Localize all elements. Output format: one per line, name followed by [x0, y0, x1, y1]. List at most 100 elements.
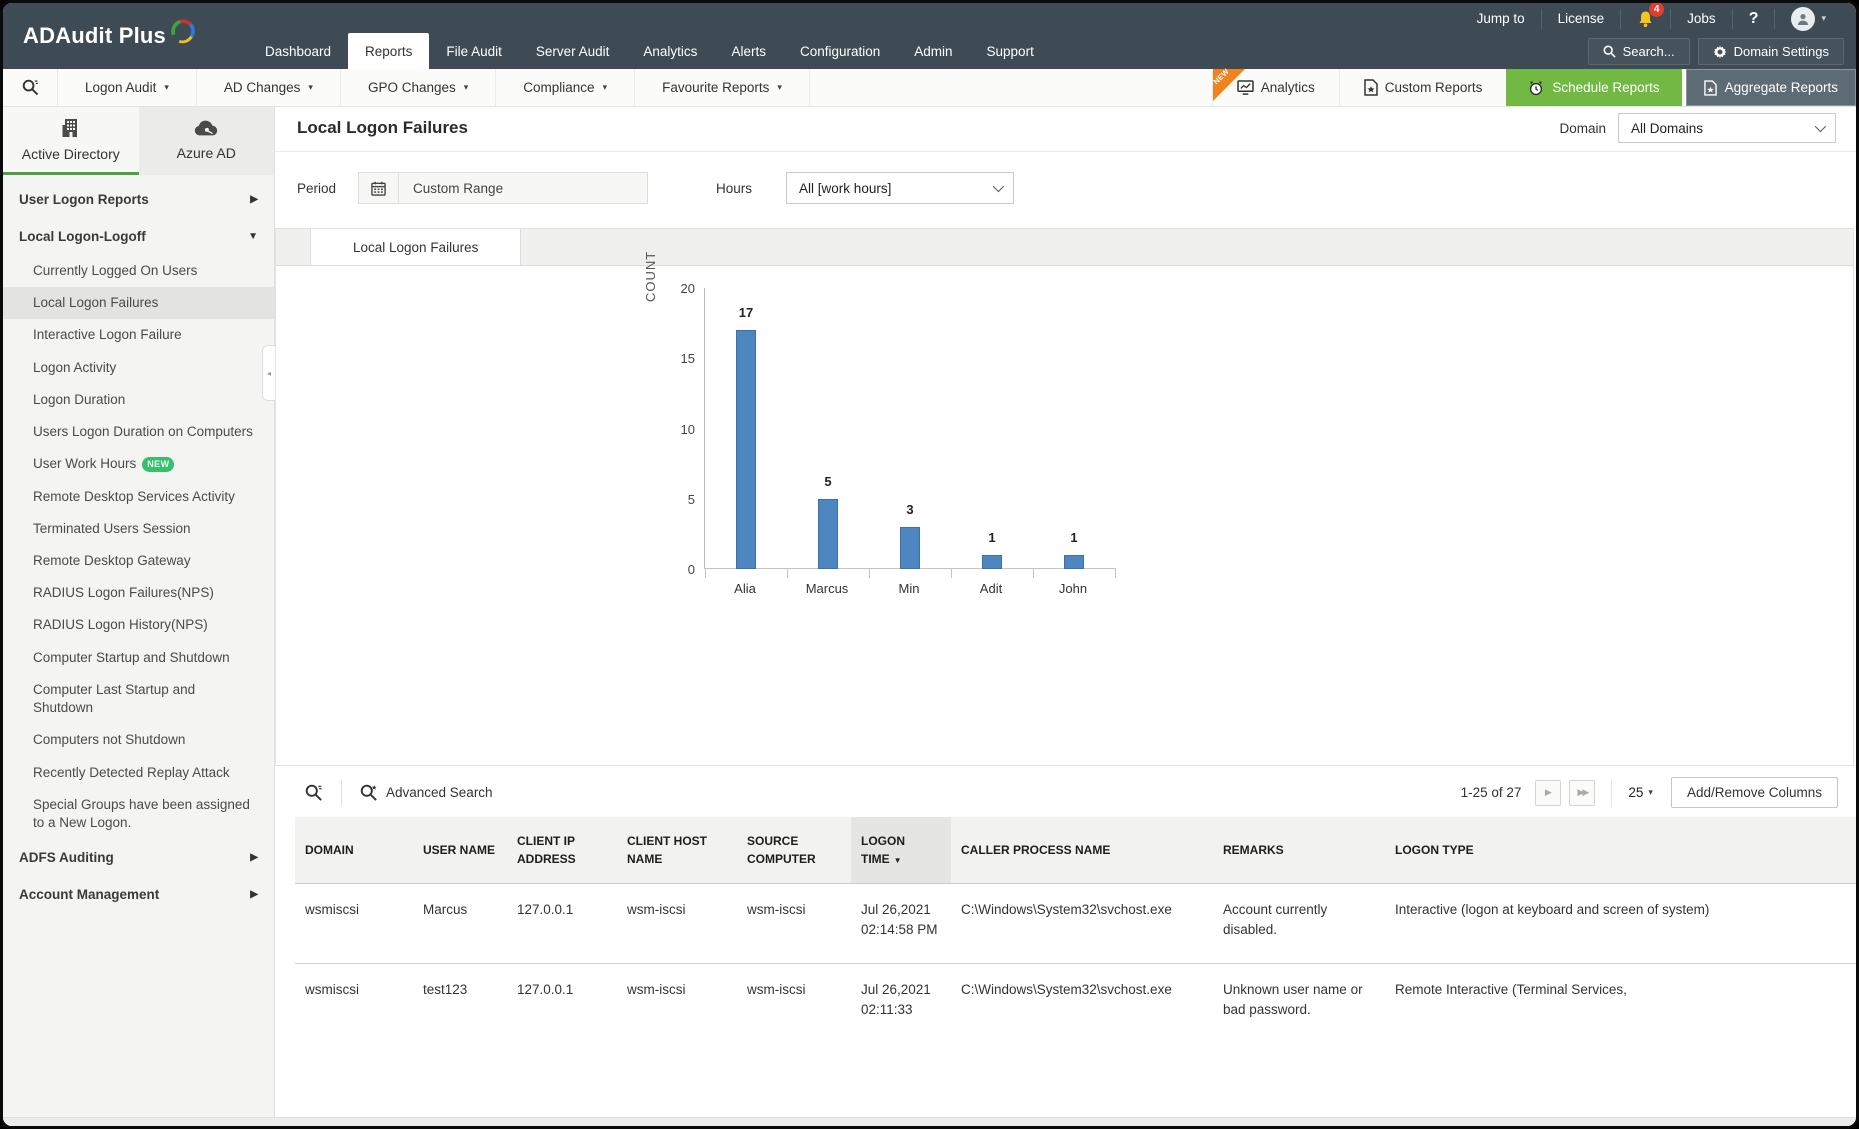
jump-to-link[interactable]: Jump to	[1461, 9, 1541, 29]
table-cell: Marcus	[423, 902, 468, 917]
aggregate-reports-button[interactable]: Aggregate Reports	[1685, 69, 1856, 106]
horizontal-scrollbar[interactable]	[3, 1117, 1856, 1126]
bar-adit[interactable]	[982, 554, 1002, 569]
next-page-button[interactable]: ▶	[1535, 779, 1562, 806]
analytics-button[interactable]: NEW Analytics	[1211, 67, 1339, 106]
nav-item-analytics[interactable]: Analytics	[626, 34, 714, 69]
menu-logon-audit[interactable]: Logon Audit ▾	[58, 69, 197, 106]
table-cell: 127.0.0.1	[517, 981, 574, 997]
sort-desc-icon: ▼	[893, 856, 902, 865]
column-header-client-host-name[interactable]: CLIENT HOST NAME	[617, 817, 737, 884]
document-star-icon	[1703, 79, 1717, 96]
bar-min[interactable]	[900, 526, 920, 569]
sidebar-group-adfs-auditing[interactable]: ADFS Auditing ▶	[3, 839, 274, 876]
sidebar-item-computer-startup-and-shutdown[interactable]: Computer Startup and Shutdown	[3, 642, 274, 674]
sidebar-item-user-work-hours[interactable]: User Work Hours NEW	[3, 448, 274, 480]
sidebar-item-remote-desktop-services-activity[interactable]: Remote Desktop Services Activity	[3, 481, 274, 513]
column-header-caller-process-name[interactable]: CALLER PROCESS NAME	[951, 817, 1213, 884]
menu-gpo-changes[interactable]: GPO Changes ▾	[341, 69, 497, 106]
sidebar-item-interactive-logon-failure[interactable]: Interactive Logon Failure	[3, 319, 274, 351]
sidebar-item-label: Logon Duration	[33, 391, 126, 407]
license-link[interactable]: License	[1540, 8, 1621, 29]
nav-item-support[interactable]: Support	[970, 34, 1051, 69]
sidebar-item-computers-not-shutdown[interactable]: Computers not Shutdown	[3, 724, 274, 756]
column-header-domain[interactable]: DOMAIN	[295, 817, 413, 884]
nav-item-reports[interactable]: Reports	[348, 33, 430, 69]
sidebar-item-logon-duration[interactable]: Logon Duration	[3, 384, 274, 416]
column-header-logon-time[interactable]: LOGON TIME ▼	[851, 817, 951, 884]
sidebar-item-computer-last-startup-and-shutdown[interactable]: Computer Last Startup and Shutdown	[3, 674, 274, 724]
nav-item-admin[interactable]: Admin	[897, 34, 969, 69]
sidebar-item-terminated-users-session[interactable]: Terminated Users Session	[3, 513, 274, 545]
sidebar-group-user-logon-reports[interactable]: User Logon Reports ▶	[3, 181, 274, 218]
bar-value-label: 3	[906, 501, 914, 517]
hours-select[interactable]: All [work hours]	[786, 172, 1015, 204]
domain-settings-button[interactable]: Domain Settings	[1697, 38, 1844, 65]
bar-marcus[interactable]	[818, 498, 838, 569]
notification-count-badge: 4	[1649, 3, 1665, 17]
global-search-button[interactable]: Search...	[1587, 38, 1690, 65]
sidebar-item-special-groups-have-been-assigned-to-a-new-logon[interactable]: Special Groups have been assigned to a N…	[3, 789, 274, 839]
app-window: ADAudit Plus Jump to License 4 Jobs ? ▾ …	[0, 0, 1859, 1129]
search-star-icon	[360, 784, 377, 801]
menu-label: Logon Audit	[85, 80, 157, 95]
sidebar-item-radius-logon-failures-nps[interactable]: RADIUS Logon Failures(NPS)	[3, 577, 274, 609]
bar-alia[interactable]	[736, 330, 756, 569]
account-menu[interactable]: ▾	[1774, 6, 1842, 31]
sidebar-item-recently-detected-replay-attack[interactable]: Recently Detected Replay Attack	[3, 757, 274, 789]
table-row[interactable]: wsmiscsi test123 127.0.0.1 wsm-iscsi wsm-isc…	[295, 963, 1856, 1042]
app-logo[interactable]: ADAudit Plus	[3, 3, 248, 69]
bar-john[interactable]	[1064, 554, 1084, 569]
menu-compliance[interactable]: Compliance ▾	[496, 69, 636, 106]
tab-active-directory[interactable]: Active Directory	[3, 107, 139, 175]
sidebar-item-currently-logged-on-users[interactable]: Currently Logged On Users	[3, 255, 274, 287]
nav-item-alerts[interactable]: Alerts	[714, 34, 783, 69]
menu-ad-changes[interactable]: AD Changes ▾	[197, 69, 341, 106]
jobs-link[interactable]: Jobs	[1670, 8, 1732, 29]
column-header-remarks[interactable]: REMARKS	[1213, 817, 1385, 884]
nav-item-server-audit[interactable]: Server Audit	[519, 34, 627, 69]
tab-azure-ad[interactable]: Azure AD	[138, 107, 274, 175]
nav-item-dashboard[interactable]: Dashboard	[248, 34, 348, 69]
table-row[interactable]: wsmiscsi Marcus 127.0.0.1 wsm-iscsi wsm-iscs…	[295, 884, 1856, 963]
sidebar-group-account-management[interactable]: Account Management ▶	[3, 876, 274, 913]
advanced-search-button[interactable]: Advanced Search	[350, 784, 503, 802]
chevron-left-icon: ◂	[266, 368, 271, 378]
column-header-source-computer[interactable]: SOURCE COMPUTER	[737, 817, 851, 884]
report-tab-row: Local Logon Failures	[275, 228, 1854, 266]
sidebar-item-radius-logon-history-nps[interactable]: RADIUS Logon History(NPS)	[3, 609, 274, 641]
sidebar-item-remote-desktop-gateway[interactable]: Remote Desktop Gateway	[3, 545, 274, 577]
last-page-button[interactable]: ▶▶	[1569, 779, 1596, 806]
sidebar-item-logon-activity[interactable]: Logon Activity	[3, 352, 274, 384]
column-header-logon-type[interactable]: LOGON TYPE	[1385, 817, 1856, 884]
sidebar-item-label: Interactive Logon Failure	[33, 327, 182, 343]
add-remove-columns-button[interactable]: Add/Remove Columns	[1670, 777, 1838, 808]
advanced-search-label: Advanced Search	[386, 785, 493, 800]
page-size-select[interactable]: 25 ▾	[1628, 785, 1653, 800]
column-header-client-ip-address[interactable]: CLIENT IP ADDRESS	[507, 817, 617, 884]
notifications-button[interactable]: 4	[1620, 3, 1670, 29]
nav-item-file-audit[interactable]: File Audit	[429, 34, 519, 69]
pagination-range: 1-25 of 27	[1460, 785, 1522, 800]
sidebar-item-label: RADIUS Logon Failures(NPS)	[33, 585, 214, 601]
report-search-button[interactable]	[3, 69, 58, 106]
custom-reports-button[interactable]: Custom Reports	[1338, 69, 1507, 106]
column-header-user-name[interactable]: USER NAME	[413, 817, 507, 884]
sidebar-group-local-logon-logoff[interactable]: Local Logon-Logoff ▼	[3, 218, 274, 255]
sidebar-item-local-logon-failures[interactable]: Local Logon Failures	[3, 287, 274, 320]
sidebar-item-users-logon-duration-on-computers[interactable]: Users Logon Duration on Computers	[3, 416, 274, 448]
tab-local-logon-failures[interactable]: Local Logon Failures	[310, 229, 522, 265]
domain-select[interactable]: All Domains	[1618, 113, 1836, 143]
help-button[interactable]: ?	[1731, 8, 1775, 29]
avatar	[1791, 6, 1816, 31]
chevron-down-icon: ▾	[308, 82, 313, 92]
search-icon	[305, 784, 322, 801]
building-icon	[62, 119, 77, 137]
report-toolbar: Logon Audit ▾ AD Changes ▾ GPO Changes ▾ Compl…	[3, 67, 1856, 107]
menu-favourite-reports[interactable]: Favourite Reports ▾	[635, 69, 810, 106]
schedule-reports-button[interactable]: Schedule Reports	[1506, 69, 1682, 106]
sidebar-collapse-handle[interactable]: ◂	[262, 345, 275, 401]
period-picker[interactable]: Custom Range	[358, 172, 649, 204]
column-search-button[interactable]	[295, 784, 333, 802]
nav-item-configuration[interactable]: Configuration	[783, 34, 897, 69]
